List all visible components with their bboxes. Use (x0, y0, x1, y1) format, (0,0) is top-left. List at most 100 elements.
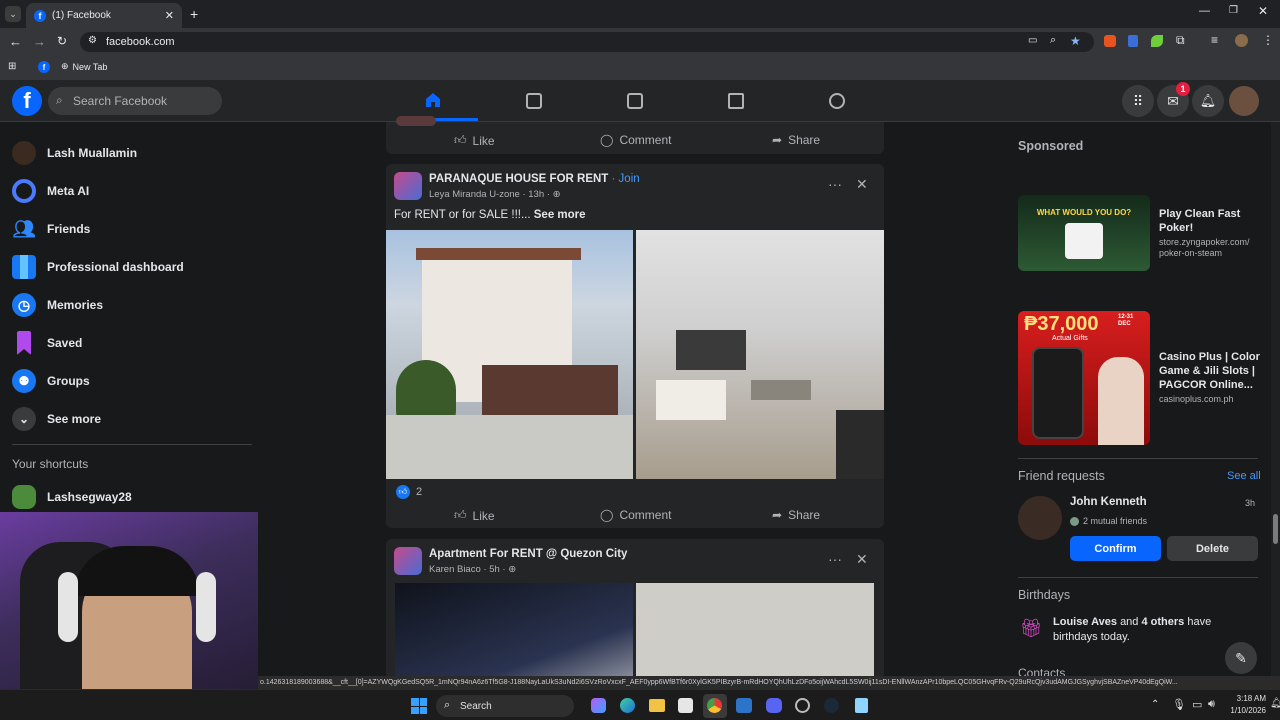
mutual-friends[interactable]: 2 mutual friends (1070, 516, 1147, 526)
post-time[interactable]: · 5h · (483, 564, 505, 575)
apps-grid-icon[interactable]: ⊞ (8, 61, 16, 72)
network-icon[interactable]: ▭ (1192, 698, 1202, 711)
taskbar-search[interactable]: ⌕ Search (436, 695, 574, 717)
notifications-tray-icon[interactable]: 🔔︎ (1270, 698, 1280, 709)
ad-image-casino[interactable]: ₱37,000 12-31 DEC Actual Gifts (1018, 311, 1150, 445)
author-name[interactable]: Leya Miranda U-zone (429, 189, 520, 200)
zoom-icon[interactable]: ⌕ (1050, 34, 1056, 47)
post-photo-wall[interactable] (636, 583, 874, 679)
back-button[interactable]: ← (9, 34, 22, 49)
edge-icon[interactable] (620, 698, 635, 713)
bookmark-new-tab[interactable]: ⊕ New Tab (61, 61, 107, 72)
post-photo-house[interactable] (386, 230, 633, 479)
shortcut-item[interactable]: Lashsegway28 (12, 478, 252, 516)
delete-button[interactable]: Delete (1167, 536, 1258, 561)
reload-button[interactable]: ↻ (57, 34, 67, 48)
more-options-icon[interactable]: ··· (828, 176, 842, 192)
friend-request-name[interactable]: John Kenneth (1070, 496, 1147, 508)
address-bar[interactable]: ⚙ facebook.com ▭ ⌕ ★ (80, 32, 1094, 52)
sidebar-item-groups[interactable]: ⚉ Groups (12, 362, 252, 400)
bookmark-star-icon[interactable]: ★ (1070, 34, 1081, 48)
sidebar-item-see-more[interactable]: ⌄ See more (12, 400, 252, 438)
profile-avatar[interactable] (1235, 34, 1248, 47)
marketplace-nav-icon[interactable] (728, 93, 744, 109)
sidebar-item-meta-ai[interactable]: Meta AI (12, 172, 252, 210)
forward-button[interactable]: → (33, 34, 46, 49)
page-scrollbar[interactable] (1271, 122, 1280, 676)
sidebar-item-saved[interactable]: Saved (12, 324, 252, 362)
see-more-link[interactable]: See more (534, 209, 586, 221)
close-post-icon[interactable]: ✕ (856, 176, 868, 193)
windows-start-icon[interactable] (411, 698, 427, 714)
tray-chevron-icon[interactable]: ⌃ (1151, 699, 1159, 710)
group-avatar[interactable] (394, 172, 422, 200)
notepad-icon[interactable] (855, 698, 868, 713)
video-nav-icon[interactable] (627, 93, 643, 109)
confirm-button[interactable]: Confirm (1070, 536, 1161, 561)
ad-text-casino[interactable]: Casino Plus | Color Game & Jili Slots | … (1159, 350, 1264, 405)
sidebar-item-friends[interactable]: 👥︎ Friends (12, 210, 252, 248)
site-info-icon[interactable]: ⚙ (88, 35, 97, 46)
post-time[interactable]: · 13h · (522, 189, 549, 200)
groups-nav-icon[interactable] (829, 93, 845, 109)
sidebar-item-profile[interactable]: Lash Muallamin (12, 134, 252, 172)
chrome-icon[interactable] (707, 698, 722, 713)
ad-text-poker[interactable]: Play Clean Fast Poker! store.zyngapoker.… (1159, 207, 1264, 259)
scrollbar-thumb[interactable] (1273, 514, 1278, 544)
more-options-icon[interactable]: ··· (828, 551, 842, 567)
see-all-link[interactable]: See all (1227, 470, 1261, 482)
new-message-icon[interactable]: ✎ (1225, 642, 1257, 674)
extension-icon[interactable] (1104, 35, 1116, 47)
group-avatar[interactable] (394, 547, 422, 575)
group-name[interactable]: PARANAQUE HOUSE FOR RENT (429, 173, 608, 185)
extension-icon[interactable] (1151, 35, 1163, 47)
friend-request-avatar[interactable] (1018, 496, 1062, 540)
comment-button[interactable]: ◯ Comment (600, 508, 671, 522)
mail-icon[interactable] (736, 698, 752, 713)
close-tab-icon[interactable]: ✕ (165, 9, 174, 22)
facebook-bookmark-icon[interactable]: f (38, 61, 50, 73)
share-button[interactable]: ➦ Share (772, 508, 820, 522)
minimize-window-button[interactable]: — (1199, 5, 1210, 17)
settings-gear-icon[interactable] (795, 698, 810, 713)
tab-facebook[interactable]: f (1) Facebook ✕ (26, 3, 182, 28)
sidebar-item-memories[interactable]: ◷ Memories (12, 286, 252, 324)
post-photo-night[interactable] (395, 583, 633, 679)
menu-grid-icon[interactable]: ⠿ (1122, 85, 1154, 117)
file-explorer-icon[interactable] (649, 699, 665, 712)
home-icon[interactable] (425, 92, 441, 108)
notifications-bell-icon[interactable]: 🔔︎ (1192, 85, 1224, 117)
close-post-icon[interactable]: ✕ (856, 551, 868, 568)
birthday-text[interactable]: Louise Aves and 4 others have birthdays … (1053, 615, 1243, 645)
comment-button[interactable]: ◯ Comment (600, 133, 671, 147)
browser-menu-icon[interactable]: ⋮ (1262, 33, 1274, 47)
ad-image-poker[interactable]: WHAT WOULD YOU DO? (1018, 195, 1150, 271)
store-icon[interactable] (678, 698, 693, 713)
volume-icon[interactable]: 🔊︎ (1208, 698, 1215, 711)
like-button[interactable]: 👍︎ Like (454, 508, 495, 523)
tab-search-button[interactable]: ⌄ (5, 6, 21, 22)
share-button[interactable]: ➦ Share (772, 133, 820, 147)
microphone-icon[interactable]: 🎙︎ (1172, 698, 1186, 711)
join-link[interactable]: · Join (612, 173, 640, 185)
cast-icon[interactable]: ▭ (1028, 35, 1037, 46)
dashboard-nav-icon[interactable] (526, 93, 542, 109)
close-window-button[interactable]: ✕ (1258, 4, 1268, 18)
taskbar-clock[interactable]: 3:18 AM 1/10/2026 (1222, 693, 1266, 717)
group-name[interactable]: Apartment For RENT @ Quezon City (429, 548, 627, 560)
extensions-puzzle-icon[interactable]: ⧉ (1176, 33, 1185, 48)
copilot-icon[interactable] (591, 698, 606, 713)
new-tab-button[interactable]: + (190, 6, 198, 22)
like-button[interactable]: 👍︎ Like (454, 133, 495, 148)
account-avatar[interactable] (1229, 86, 1259, 116)
reading-list-icon[interactable]: ≡ (1211, 33, 1218, 47)
sidebar-item-professional-dashboard[interactable]: Professional dashboard (12, 248, 252, 286)
post-photo-interior[interactable] (636, 230, 884, 479)
discord-icon[interactable] (766, 698, 782, 713)
restore-window-button[interactable]: ❐ (1229, 5, 1238, 16)
facebook-logo[interactable]: f (12, 86, 42, 116)
reactions-summary[interactable]: 👍︎ 2 (396, 485, 422, 499)
steam-icon[interactable] (824, 698, 839, 713)
author-name[interactable]: Karen Biaco (429, 564, 481, 575)
search-input[interactable]: ⌕ Search Facebook (48, 87, 222, 115)
